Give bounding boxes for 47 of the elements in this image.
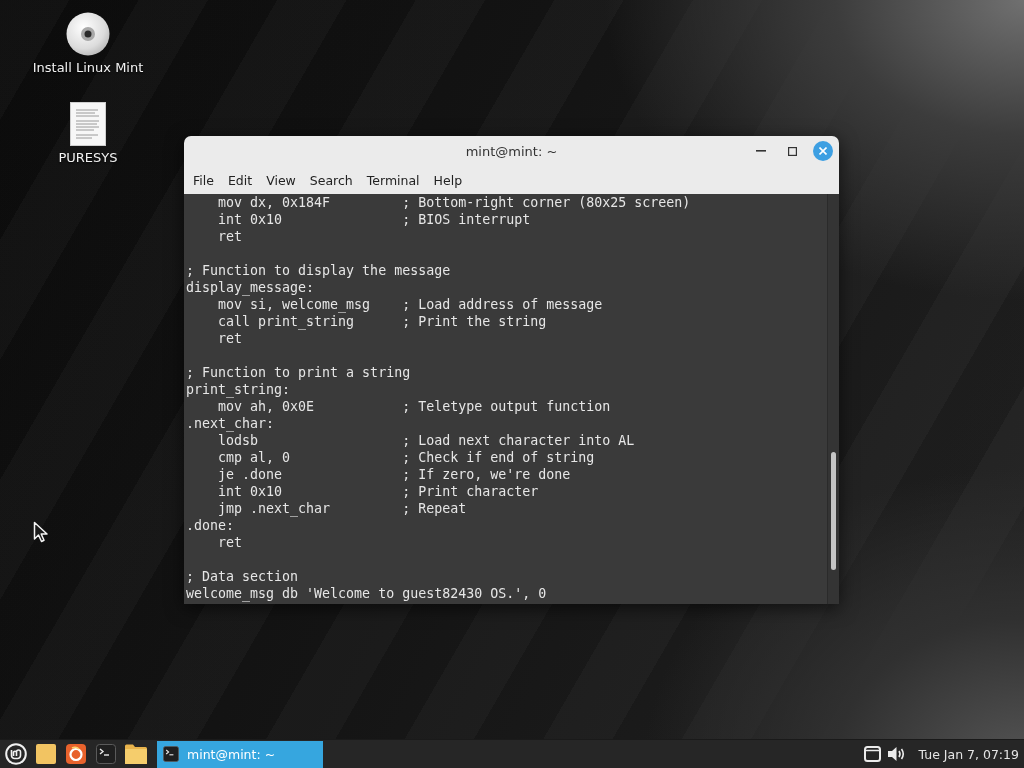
menu-item[interactable]: File	[187, 169, 220, 191]
terminal-line: ret	[217, 228, 243, 245]
minimize-icon[interactable]	[756, 150, 766, 152]
menu-item[interactable]: Edit	[221, 169, 259, 191]
mouse-pointer-icon	[33, 521, 51, 543]
scrollbar-thumb[interactable]	[831, 452, 836, 570]
terminal-line: mov si, welcome_msg ; Load address of message	[217, 296, 603, 313]
terminal-line: .done:	[186, 517, 235, 534]
terminal-line: ; Function to print a string	[186, 364, 411, 381]
terminal-line: display_message:	[186, 279, 315, 296]
close-icon	[819, 147, 827, 155]
terminal-line: print_string:	[186, 381, 291, 398]
logo-icon[interactable]	[5, 743, 27, 765]
desktop-icon-label[interactable]: PURESYS	[58, 150, 118, 166]
volume-icon[interactable]	[886, 746, 907, 762]
desktop-icon-label[interactable]: Install Linux Mint	[32, 60, 144, 76]
terminal-icon[interactable]	[96, 744, 116, 764]
window-title: mint@mint: ~	[465, 143, 558, 159]
terminal-line: call print_string ; Print the string	[217, 313, 547, 330]
terminal-line: je .done ; If zero, we're done	[217, 466, 571, 483]
terminal-line: lodsb ; Load next character into AL	[217, 432, 635, 449]
terminal-line: cmp al, 0 ; Check if end of string	[217, 449, 595, 466]
terminal-line: ; Data section	[186, 568, 299, 585]
terminal-icon[interactable]	[163, 746, 179, 762]
terminal-line: jmp .next_char ; Repeat	[217, 500, 467, 517]
terminal-line: mov dx, 0x184F ; Bottom-right corner (80x25 screen)	[217, 194, 691, 211]
maximize-icon[interactable]	[787, 146, 797, 156]
scrollbar-track[interactable]	[827, 194, 839, 604]
clock[interactable]: Tue Jan 7, 07:19	[918, 746, 1019, 762]
terminal-line: int 0x10 ; Print character	[217, 483, 539, 500]
terminal-line: ret	[217, 534, 243, 551]
terminal-line: ret	[217, 330, 243, 347]
menu-item[interactable]: Terminal	[360, 169, 426, 191]
swirl-icon[interactable]	[66, 744, 86, 764]
close-button[interactable]	[813, 141, 833, 161]
menu-item[interactable]: Help	[427, 169, 469, 191]
window-icon[interactable]	[863, 746, 881, 762]
disc-icon[interactable]	[66, 12, 110, 56]
square-tile-icon[interactable]	[36, 744, 56, 764]
terminal-line: mov ah, 0x0E ; Teletype output function	[217, 398, 611, 415]
terminal-line: welcome_msg db 'Welcome to guest82430 OS.', 0	[186, 585, 547, 602]
terminal-line: ; Function to display the message	[186, 262, 451, 279]
terminal-line: int 0x10 ; BIOS interrupt	[217, 211, 531, 228]
menu-item[interactable]: View	[260, 169, 302, 191]
menu-item[interactable]: Search	[303, 169, 359, 191]
folder-icon[interactable]	[125, 744, 147, 764]
terminal-line: .next_char:	[186, 415, 275, 432]
